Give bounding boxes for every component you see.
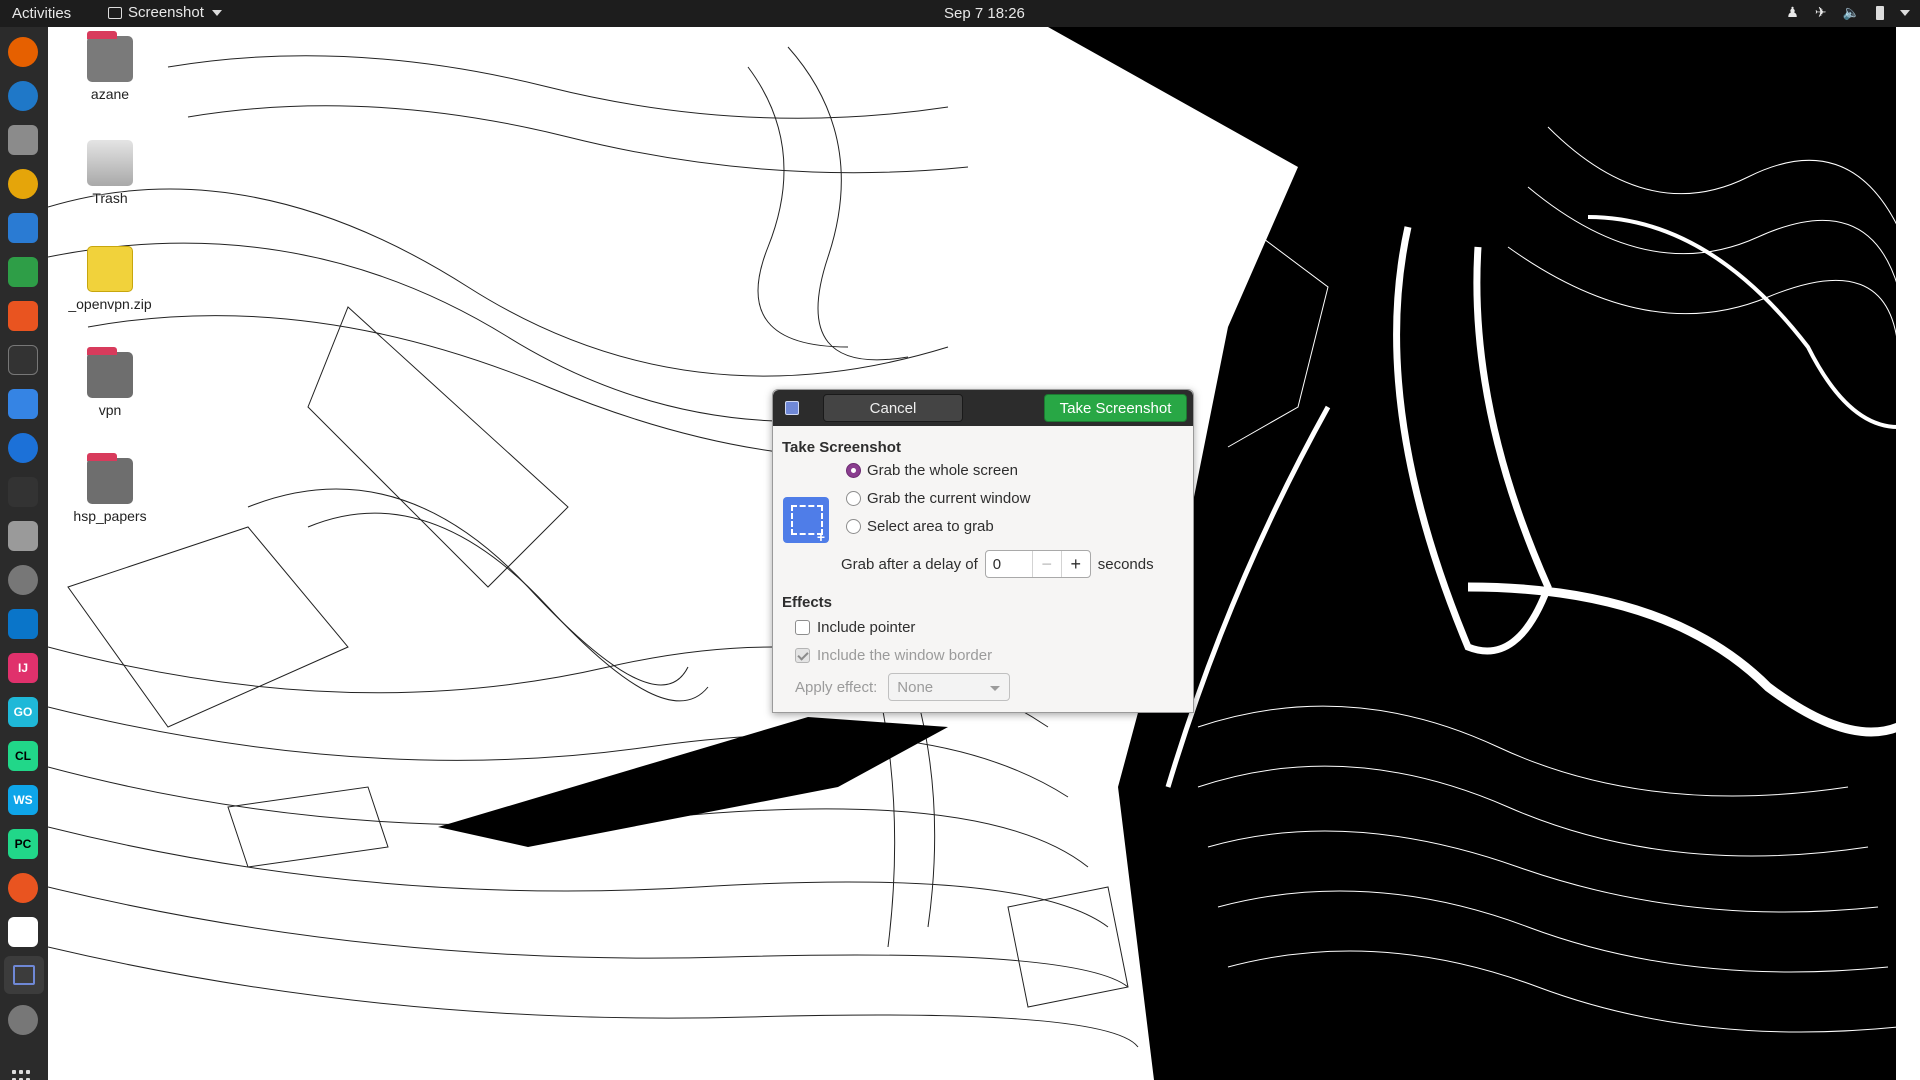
desktop-icon-label: vpn xyxy=(98,402,122,418)
delay-label: Grab after a delay of xyxy=(841,555,978,573)
section-title-effects: Effects xyxy=(782,594,833,611)
chevron-down-icon xyxy=(211,9,222,16)
accessibility-icon[interactable]: ♟ xyxy=(1786,4,1799,21)
volume-icon[interactable]: 🔈 xyxy=(1843,4,1860,21)
system-tray[interactable]: ♟ ✈ 🔈 xyxy=(1786,4,1910,21)
files-icon[interactable] xyxy=(8,125,38,155)
option-label: Grab the current window xyxy=(867,490,1031,507)
app-menu-label: Screenshot xyxy=(128,4,204,21)
apply-effect-dropdown[interactable]: None xyxy=(888,673,1011,701)
option-select-area[interactable]: Select area to grab xyxy=(846,518,994,535)
checkbox-label: Include pointer xyxy=(817,619,916,636)
clion-icon[interactable]: CL xyxy=(8,741,38,771)
delay-row: Grab after a delay of 0 − + seconds xyxy=(841,550,1154,578)
take-screenshot-button[interactable]: Take Screenshot xyxy=(1044,394,1187,422)
settings-icon[interactable] xyxy=(8,1005,38,1035)
option-label: Grab the whole screen xyxy=(867,462,1018,479)
rhythmbox-icon[interactable] xyxy=(8,169,38,199)
delay-unit: seconds xyxy=(1097,555,1154,573)
cancel-button[interactable]: Cancel xyxy=(823,394,963,422)
app-menu[interactable]: Screenshot xyxy=(108,4,222,21)
terminal-icon[interactable] xyxy=(8,345,38,375)
activities-button[interactable]: Activities xyxy=(12,5,71,22)
select-area-illustration-icon xyxy=(783,497,829,545)
screen-edge xyxy=(1896,27,1920,1080)
system-menu-caret-icon[interactable] xyxy=(1900,9,1910,16)
decrement-button[interactable]: − xyxy=(1031,551,1061,577)
clock[interactable]: Sep 7 18:26 xyxy=(944,5,1025,22)
remote-desktop-icon[interactable] xyxy=(8,565,38,595)
apply-effect-row: Apply effect: None xyxy=(795,673,1011,701)
radio-icon[interactable] xyxy=(846,519,861,534)
screenshot-dialog: Cancel Take Screenshot Take Screenshot G… xyxy=(772,389,1194,713)
system-monitor-icon[interactable] xyxy=(8,477,38,507)
apply-effect-label: Apply effect: xyxy=(795,678,878,696)
battery-icon[interactable] xyxy=(1876,5,1884,20)
desktop-icon-home[interactable]: azane xyxy=(55,31,165,102)
pycharm-icon[interactable]: PC xyxy=(8,829,38,859)
increment-button[interactable]: + xyxy=(1060,551,1090,577)
checkbox-icon[interactable] xyxy=(795,620,810,635)
libreoffice-writer-icon[interactable] xyxy=(8,213,38,243)
pitivi-icon[interactable] xyxy=(8,917,38,947)
show-applications-icon[interactable] xyxy=(12,1070,34,1080)
airplane-mode-icon[interactable]: ✈ xyxy=(1815,4,1827,21)
desktop-icon-trash[interactable]: Trash xyxy=(55,140,165,206)
option-whole-screen[interactable]: Grab the whole screen xyxy=(846,462,1018,479)
zip-archive-icon xyxy=(87,246,133,292)
trash-icon xyxy=(87,140,133,186)
checkbox-checked-icon[interactable] xyxy=(795,648,810,663)
firefox-icon[interactable] xyxy=(8,37,38,67)
desktop-icon-openvpn-zip[interactable]: _openvpn.zip xyxy=(55,246,165,312)
desktop-icon-vpn[interactable]: vpn xyxy=(55,347,165,418)
intellij-icon[interactable]: IJ xyxy=(8,653,38,683)
thunderbird-icon[interactable] xyxy=(8,81,38,111)
section-title-take-screenshot: Take Screenshot xyxy=(782,439,901,456)
dock: IJ GO CL WS PC xyxy=(0,27,48,1080)
desktop-icon-hsp-papers[interactable]: hsp_papers xyxy=(55,453,165,524)
radio-icon[interactable] xyxy=(846,491,861,506)
folder-icon xyxy=(87,347,133,398)
delay-value[interactable]: 0 xyxy=(986,551,1032,577)
goland-icon[interactable]: GO xyxy=(8,697,38,727)
desktop-icon-label: azane xyxy=(90,86,130,102)
delay-spinbutton[interactable]: 0 − + xyxy=(984,550,1091,578)
include-border-checkbox[interactable]: Include the window border xyxy=(795,647,992,664)
todo-icon[interactable] xyxy=(8,389,38,419)
option-current-window[interactable]: Grab the current window xyxy=(846,490,1030,507)
desktop-icon-label: Trash xyxy=(92,190,128,206)
radio-selected-icon[interactable] xyxy=(846,463,861,478)
webstorm-icon[interactable]: WS xyxy=(8,785,38,815)
include-pointer-checkbox[interactable]: Include pointer xyxy=(795,619,915,636)
vscode-icon[interactable] xyxy=(8,609,38,639)
folder-icon xyxy=(87,453,133,504)
libreoffice-calc-icon[interactable] xyxy=(8,257,38,287)
dropdown-value: None xyxy=(897,678,934,696)
option-label: Select area to grab xyxy=(867,518,994,535)
home-folder-icon xyxy=(87,31,133,82)
dialog-headerbar: Cancel Take Screenshot xyxy=(773,390,1193,426)
desktop-icon-label: hsp_papers xyxy=(73,508,147,524)
help-icon[interactable] xyxy=(8,433,38,463)
desktop-icon-label: _openvpn.zip xyxy=(68,296,152,312)
top-bar: Activities Screenshot Sep 7 18:26 ♟ ✈ 🔈 xyxy=(0,0,1920,27)
update-icon[interactable] xyxy=(8,873,38,903)
search-tool-icon[interactable] xyxy=(8,521,38,551)
checkbox-label: Include the window border xyxy=(817,647,993,664)
screenshot-app-icon xyxy=(108,6,122,19)
software-center-icon[interactable] xyxy=(8,301,38,331)
screenshot-app-icon xyxy=(785,401,799,415)
screenshot-icon[interactable] xyxy=(4,956,44,994)
